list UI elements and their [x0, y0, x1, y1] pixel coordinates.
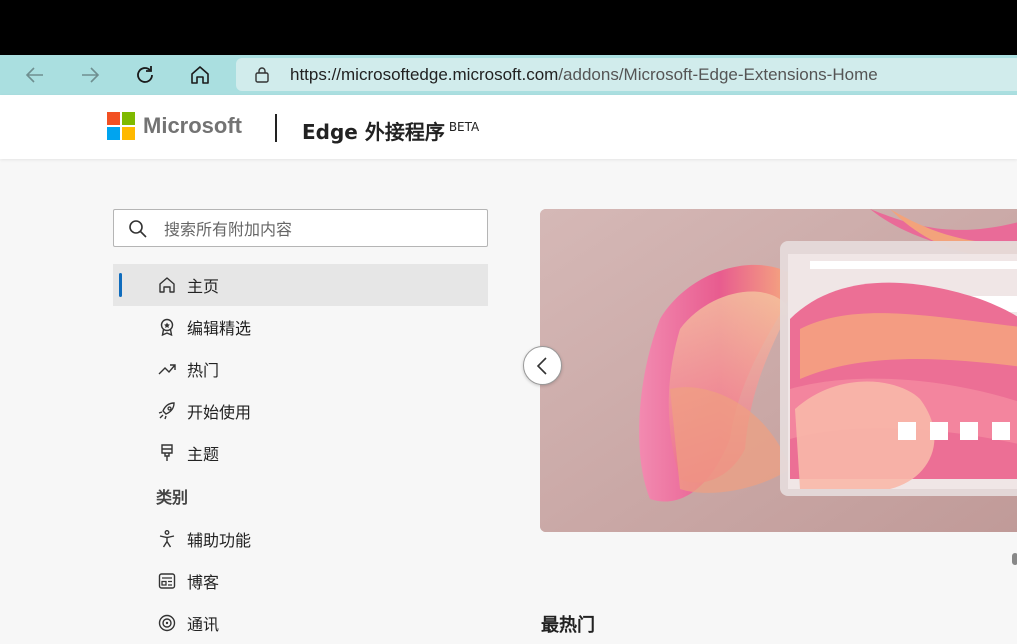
trending-icon	[158, 364, 176, 375]
refresh-icon	[137, 66, 153, 83]
beta-badge: BETA	[448, 120, 480, 134]
back-button[interactable]	[15, 55, 55, 95]
address-bar[interactable]: https://microsoftedge.microsoft.com/addo…	[236, 58, 1017, 91]
microsoft-logo-icon[interactable]	[107, 112, 135, 140]
sidebar-item-label: 主题	[187, 445, 220, 464]
sidebar-nav: 主页 编辑精选 热门 开始使用 主题 类别 辅助功能 博客 通讯	[113, 264, 488, 644]
url-text: https://microsoftedge.microsoft.com/addo…	[290, 65, 878, 84]
sidebar-item-themes[interactable]: 主题	[113, 432, 488, 474]
blog-icon	[158, 573, 176, 589]
sidebar-item-label: 博客	[187, 573, 220, 592]
home-icon	[159, 277, 175, 293]
search-box[interactable]	[113, 209, 488, 247]
sidebar-item-blog[interactable]: 博客	[113, 560, 488, 602]
arrow-right-icon	[82, 67, 100, 83]
browser-toolbar: https://microsoftedge.microsoft.com/addo…	[0, 55, 1017, 95]
sidebar-item-trending[interactable]: 热门	[113, 348, 488, 390]
home-button[interactable]	[180, 55, 220, 95]
microsoft-brand-text[interactable]: Microsoft	[143, 113, 242, 139]
sidebar-item-label: 辅助功能	[187, 531, 252, 550]
sidebar-item-communication[interactable]: 通讯	[113, 602, 488, 644]
communication-icon	[158, 614, 176, 632]
carousel-indicator[interactable]	[1012, 553, 1017, 565]
brush-icon	[161, 444, 173, 461]
forward-button[interactable]	[70, 55, 110, 95]
sidebar-item-home[interactable]: 主页	[113, 264, 488, 306]
chevron-left-icon	[536, 356, 547, 375]
site-header: Microsoft Edge 外接程序 BETA	[0, 95, 1017, 159]
search-icon	[129, 220, 147, 238]
sidebar-item-label: 主页	[187, 277, 220, 296]
sidebar-item-get-started[interactable]: 开始使用	[113, 390, 488, 432]
sidebar-item-editors-picks[interactable]: 编辑精选	[113, 306, 488, 348]
rocket-icon	[158, 402, 175, 420]
accessibility-icon	[159, 530, 175, 548]
award-icon	[160, 318, 174, 337]
page-title-text: Edge 外接程序	[302, 120, 445, 144]
categories-heading: 类别	[156, 488, 189, 507]
sidebar-item-label: 开始使用	[187, 403, 252, 422]
sidebar-item-label: 热门	[187, 361, 220, 380]
refresh-button[interactable]	[125, 55, 165, 95]
page-title[interactable]: Edge 外接程序 BETA	[302, 116, 479, 145]
home-icon	[191, 66, 209, 84]
hero-banner-image	[540, 209, 1017, 532]
section-title-most-popular: 最热门	[541, 615, 595, 636]
sidebar-item-label: 通讯	[187, 615, 220, 634]
carousel-prev-button[interactable]	[523, 346, 562, 385]
sidebar-item-accessibility[interactable]: 辅助功能	[113, 518, 488, 560]
lock-icon	[255, 67, 269, 83]
search-input[interactable]	[164, 216, 464, 242]
screen-top-bezel	[0, 0, 1017, 55]
sidebar-item-label: 编辑精选	[187, 319, 252, 338]
arrow-left-icon	[25, 67, 43, 83]
hero-carousel-slide[interactable]	[540, 209, 1017, 532]
header-divider	[275, 114, 277, 142]
